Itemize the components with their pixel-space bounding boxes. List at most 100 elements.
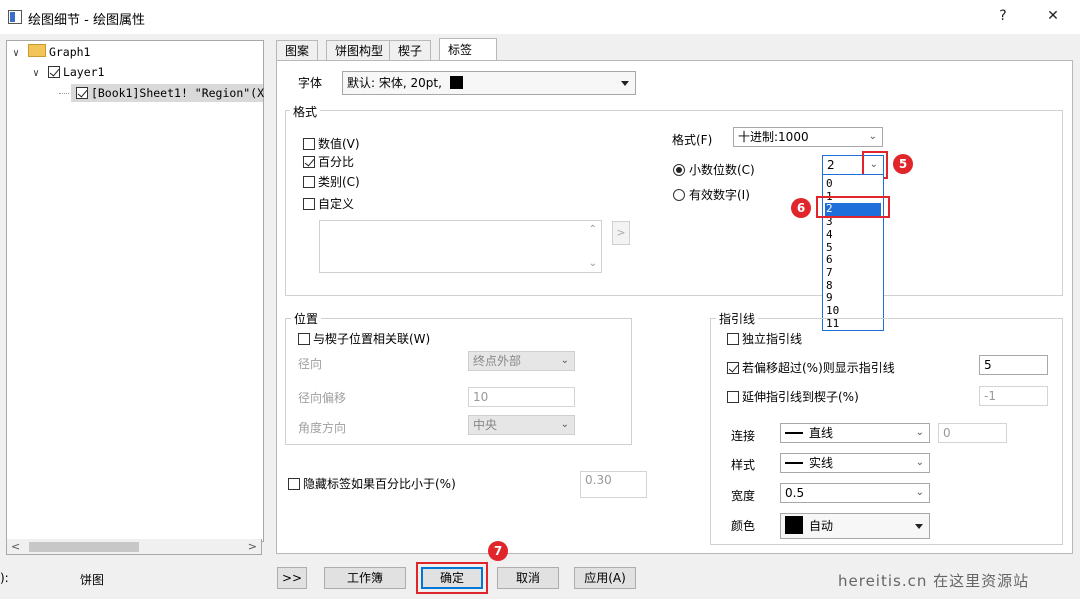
- link-wedge-checkbox[interactable]: [298, 333, 310, 345]
- color-swatch: [785, 516, 803, 534]
- dropdown-arrow-icon: [915, 524, 923, 529]
- scroll-left-icon[interactable]: <: [11, 540, 20, 553]
- radial-combo[interactable]: 终点外部 ⌄: [468, 351, 575, 371]
- decimal-radio[interactable]: [673, 164, 685, 176]
- tree-item-graph[interactable]: ∨ Graph1: [11, 43, 90, 61]
- scroll-right-icon[interactable]: >: [248, 540, 257, 553]
- sigfig-radio[interactable]: [673, 189, 685, 201]
- workbook-button[interactable]: 工作簿: [324, 567, 406, 589]
- check-category[interactable]: 类别(C): [303, 173, 360, 190]
- list-item[interactable]: 7: [825, 266, 881, 280]
- list-item[interactable]: 8: [825, 279, 881, 293]
- plot-type-value: 饼图: [80, 573, 105, 587]
- check-independent-leader[interactable]: 独立指引线: [727, 330, 802, 347]
- cancel-button[interactable]: 取消: [497, 567, 559, 589]
- hide-labels-checkbox[interactable]: [288, 478, 300, 490]
- plot-tree[interactable]: ∨ Graph1 ∨ Layer1 [Book1]Sheet1! "Region…: [6, 40, 264, 542]
- tab-pattern[interactable]: 图案: [276, 40, 319, 61]
- line-color-combo[interactable]: 自动: [780, 513, 930, 539]
- scroll-thumb[interactable]: [29, 542, 139, 552]
- custom-format-textarea[interactable]: ⌃ ⌄: [319, 220, 602, 273]
- format-type-combo[interactable]: 十进制:1000 ⌄: [733, 127, 883, 147]
- check-value[interactable]: 数值(V): [303, 135, 360, 152]
- connect-combo[interactable]: 直线 ⌄: [780, 423, 930, 443]
- solid-line-icon: [785, 462, 803, 464]
- custom-checkbox[interactable]: [303, 198, 315, 210]
- percent-checkbox[interactable]: [303, 156, 315, 168]
- list-item[interactable]: 6: [825, 253, 881, 267]
- scroll-up-icon[interactable]: ⌃: [589, 224, 597, 235]
- tree-item-layer[interactable]: ∨ Layer1: [31, 63, 105, 83]
- apply-button[interactable]: 应用(A): [574, 567, 636, 589]
- check-link-to-wedge[interactable]: 与楔子位置相关联(W): [298, 330, 430, 347]
- window-icon: [8, 10, 22, 24]
- tab-pie-geometry[interactable]: 饼图构型: [326, 40, 393, 61]
- check-custom[interactable]: 自定义: [303, 195, 354, 212]
- connect-number-input[interactable]: 0: [938, 423, 1007, 443]
- chevron-down-icon: ⌄: [915, 487, 924, 498]
- step-marker-7: 7: [488, 541, 508, 561]
- font-label: 字体: [298, 76, 323, 90]
- radio-decimal-places[interactable]: 小数位数(C): [673, 161, 755, 178]
- list-item[interactable]: 5: [825, 241, 881, 255]
- layer-checkbox[interactable]: [47, 66, 60, 78]
- chevron-down-icon[interactable]: ∨: [11, 45, 21, 63]
- independent-leader-checkbox[interactable]: [727, 333, 739, 345]
- category-checkbox[interactable]: [303, 176, 315, 188]
- expand-button[interactable]: >>: [277, 567, 307, 589]
- list-item[interactable]: 10: [825, 304, 881, 318]
- close-button[interactable]: ✕: [1042, 6, 1064, 26]
- radial-offset-input[interactable]: 10: [468, 387, 575, 407]
- connect-label: 连接: [731, 429, 756, 443]
- step-marker-5: 5: [893, 154, 913, 174]
- position-group-title: 位置: [291, 310, 322, 327]
- list-item[interactable]: 0: [825, 177, 881, 191]
- watermark: hereitis.cn 在这里资源站: [838, 572, 1030, 590]
- leader-offset-input[interactable]: 5: [979, 355, 1048, 375]
- font-combo[interactable]: 默认: 宋体, 20pt,: [342, 71, 636, 95]
- angle-direction-label: 角度方向: [298, 421, 347, 435]
- dropdown-arrow-icon: [621, 81, 629, 86]
- list-item[interactable]: 4: [825, 228, 881, 242]
- check-percent[interactable]: 百分比: [303, 153, 354, 170]
- style-label: 样式: [731, 458, 756, 472]
- highlight-box-option-2: [816, 196, 890, 218]
- hide-threshold-input[interactable]: 0.30: [580, 471, 647, 498]
- check-show-leader-if-offset[interactable]: 若偏移超过(%)则显示指引线: [727, 359, 895, 376]
- line-style-combo[interactable]: 实线 ⌄: [780, 453, 930, 473]
- radial-label: 径向: [298, 357, 323, 371]
- check-hide-small-labels[interactable]: 隐藏标签如果百分比小于(%): [288, 475, 456, 492]
- extend-leader-input[interactable]: -1: [979, 386, 1048, 406]
- tab-wedge[interactable]: 楔子: [389, 40, 432, 61]
- tree-item-plot[interactable]: [Book1]Sheet1! "Region"(X: [59, 84, 264, 102]
- radio-significant-digits[interactable]: 有效数字(I): [673, 186, 750, 203]
- highlight-box-ok: [416, 562, 488, 594]
- window-title: 绘图细节 - 绘图属性: [28, 13, 145, 28]
- tree-connector: [59, 84, 69, 94]
- insert-arrow-button[interactable]: >: [612, 221, 630, 245]
- color-label: 颜色: [731, 519, 756, 533]
- show-leader-checkbox[interactable]: [727, 362, 739, 374]
- tree-horizontal-scrollbar[interactable]: < >: [6, 539, 262, 555]
- line-width-combo[interactable]: 0.5 ⌄: [780, 483, 930, 503]
- width-label: 宽度: [731, 489, 756, 503]
- chevron-down-icon: ⌄: [560, 419, 569, 430]
- straight-line-icon: [785, 432, 803, 434]
- folder-icon: [27, 44, 46, 57]
- value-checkbox[interactable]: [303, 138, 315, 150]
- check-extend-leader[interactable]: 延伸指引线到楔子(%): [727, 388, 859, 405]
- title-bar: 绘图细节 - 绘图属性 ? ✕: [0, 0, 1080, 34]
- scroll-down-icon[interactable]: ⌄: [589, 258, 597, 269]
- tab-labels[interactable]: 标签: [439, 38, 497, 62]
- radial-offset-label: 径向偏移: [298, 391, 347, 405]
- extend-leader-checkbox[interactable]: [727, 391, 739, 403]
- font-color-swatch: [449, 76, 463, 89]
- plot-checkbox[interactable]: [75, 87, 88, 99]
- leader-group-title: 指引线: [716, 310, 759, 327]
- format-type-label: 格式(F): [672, 133, 713, 147]
- angle-direction-combo[interactable]: 中央 ⌄: [468, 415, 575, 435]
- plot-type-caption: ):: [0, 571, 9, 585]
- help-button[interactable]: ?: [992, 6, 1014, 26]
- chevron-down-icon: ⌄: [560, 355, 569, 366]
- chevron-down-icon[interactable]: ∨: [31, 65, 41, 83]
